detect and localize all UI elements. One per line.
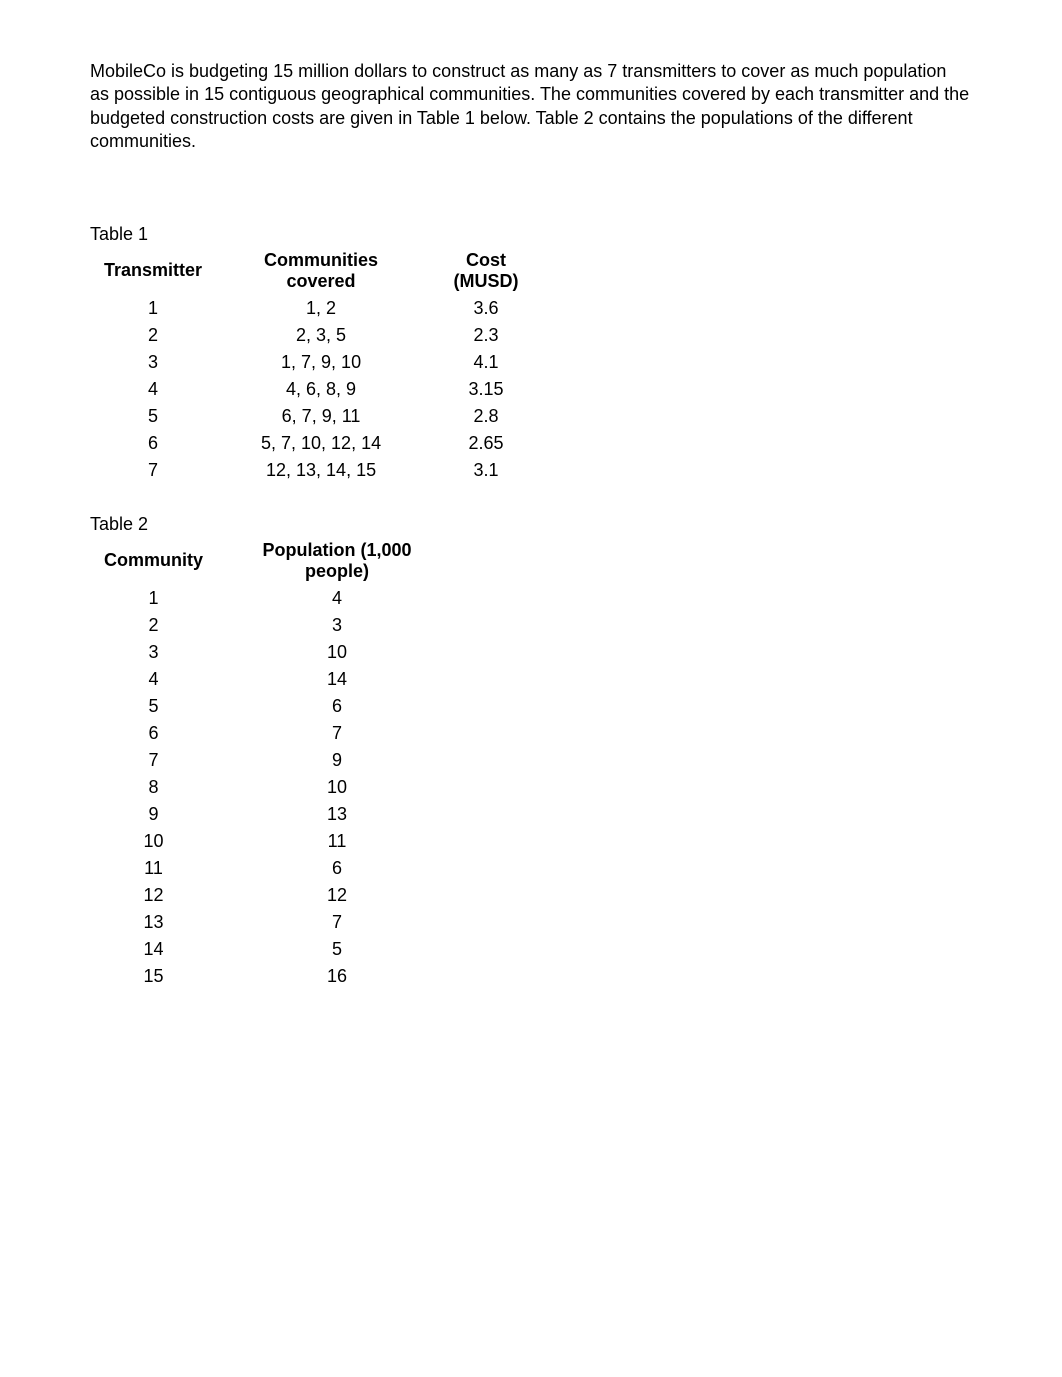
table-row: 310 xyxy=(90,639,457,666)
table-row: 137 xyxy=(90,909,457,936)
table2-cell-population: 6 xyxy=(217,855,457,882)
table1-cell-communities: 4, 6, 8, 9 xyxy=(216,376,426,403)
table-row: 56 xyxy=(90,693,457,720)
table1-header-cost: Cost (MUSD) xyxy=(426,247,546,295)
table2-cell-population: 3 xyxy=(217,612,457,639)
table2-cell-community: 10 xyxy=(90,828,217,855)
table2-cell-community: 9 xyxy=(90,801,217,828)
table-row: 23 xyxy=(90,612,457,639)
table-row: 31, 7, 9, 104.1 xyxy=(90,349,546,376)
table-row: 67 xyxy=(90,720,457,747)
table2-cell-community: 7 xyxy=(90,747,217,774)
table1: Transmitter Communities covered Cost (MU… xyxy=(90,247,546,484)
table2-cell-population: 4 xyxy=(217,585,457,612)
table2-header-row: Community Population (1,000 people) xyxy=(90,537,457,585)
table1-cell-communities: 1, 7, 9, 10 xyxy=(216,349,426,376)
table1-caption: Table 1 xyxy=(90,224,972,245)
table-row: 1011 xyxy=(90,828,457,855)
table2-cell-community: 13 xyxy=(90,909,217,936)
table2-cell-community: 3 xyxy=(90,639,217,666)
table-row: 414 xyxy=(90,666,457,693)
table1-cell-transmitter: 4 xyxy=(90,376,216,403)
table2-cell-population: 13 xyxy=(217,801,457,828)
table2-cell-population: 7 xyxy=(217,720,457,747)
table2-cell-population: 10 xyxy=(217,639,457,666)
table-row: 79 xyxy=(90,747,457,774)
table1-cell-transmitter: 1 xyxy=(90,295,216,322)
table2-cell-population: 9 xyxy=(217,747,457,774)
table1-body: 11, 23.622, 3, 52.331, 7, 9, 104.144, 6,… xyxy=(90,295,546,484)
table1-cell-transmitter: 2 xyxy=(90,322,216,349)
table1-cell-communities: 5, 7, 10, 12, 14 xyxy=(216,430,426,457)
table1-cell-transmitter: 3 xyxy=(90,349,216,376)
table2-cell-population: 16 xyxy=(217,963,457,990)
table-row: 1212 xyxy=(90,882,457,909)
table-row: 145 xyxy=(90,936,457,963)
table-row: 65, 7, 10, 12, 142.65 xyxy=(90,430,546,457)
table-row: 1516 xyxy=(90,963,457,990)
table2-cell-community: 2 xyxy=(90,612,217,639)
table2-header-population: Population (1,000 people) xyxy=(217,537,457,585)
table-row: 810 xyxy=(90,774,457,801)
table2-cell-community: 11 xyxy=(90,855,217,882)
table1-cell-cost: 3.1 xyxy=(426,457,546,484)
table1-cell-cost: 4.1 xyxy=(426,349,546,376)
table1-cell-transmitter: 7 xyxy=(90,457,216,484)
table1-cell-transmitter: 5 xyxy=(90,403,216,430)
intro-paragraph: MobileCo is budgeting 15 million dollars… xyxy=(90,60,970,154)
table2-caption: Table 2 xyxy=(90,514,972,535)
table2-cell-population: 12 xyxy=(217,882,457,909)
table1-cell-communities: 6, 7, 9, 11 xyxy=(216,403,426,430)
table1-cell-cost: 2.3 xyxy=(426,322,546,349)
table1-cell-cost: 2.65 xyxy=(426,430,546,457)
table2-cell-community: 5 xyxy=(90,693,217,720)
table2-cell-population: 14 xyxy=(217,666,457,693)
table-row: 116 xyxy=(90,855,457,882)
table-row: 712, 13, 14, 153.1 xyxy=(90,457,546,484)
table2-cell-population: 6 xyxy=(217,693,457,720)
table2-cell-community: 4 xyxy=(90,666,217,693)
table1-cell-cost: 3.6 xyxy=(426,295,546,322)
table2-body: 1423310414566779810913101111612121371451… xyxy=(90,585,457,990)
table2: Community Population (1,000 people) 1423… xyxy=(90,537,457,990)
table-row: 14 xyxy=(90,585,457,612)
table-row: 56, 7, 9, 112.8 xyxy=(90,403,546,430)
table1-cell-cost: 2.8 xyxy=(426,403,546,430)
table1-header-communities: Communities covered xyxy=(216,247,426,295)
table-row: 22, 3, 52.3 xyxy=(90,322,546,349)
table2-cell-population: 5 xyxy=(217,936,457,963)
table1-cell-communities: 12, 13, 14, 15 xyxy=(216,457,426,484)
table2-cell-community: 14 xyxy=(90,936,217,963)
table2-cell-community: 6 xyxy=(90,720,217,747)
table2-cell-community: 15 xyxy=(90,963,217,990)
table2-cell-population: 7 xyxy=(217,909,457,936)
table2-cell-community: 8 xyxy=(90,774,217,801)
table1-cell-communities: 1, 2 xyxy=(216,295,426,322)
table-row: 44, 6, 8, 93.15 xyxy=(90,376,546,403)
table1-header-transmitter: Transmitter xyxy=(90,247,216,295)
table2-cell-community: 12 xyxy=(90,882,217,909)
table2-cell-population: 11 xyxy=(217,828,457,855)
table-row: 11, 23.6 xyxy=(90,295,546,322)
table-row: 913 xyxy=(90,801,457,828)
table2-header-community: Community xyxy=(90,537,217,585)
table2-cell-population: 10 xyxy=(217,774,457,801)
table1-cell-cost: 3.15 xyxy=(426,376,546,403)
table1-cell-transmitter: 6 xyxy=(90,430,216,457)
table2-cell-community: 1 xyxy=(90,585,217,612)
table1-cell-communities: 2, 3, 5 xyxy=(216,322,426,349)
table1-header-row: Transmitter Communities covered Cost (MU… xyxy=(90,247,546,295)
